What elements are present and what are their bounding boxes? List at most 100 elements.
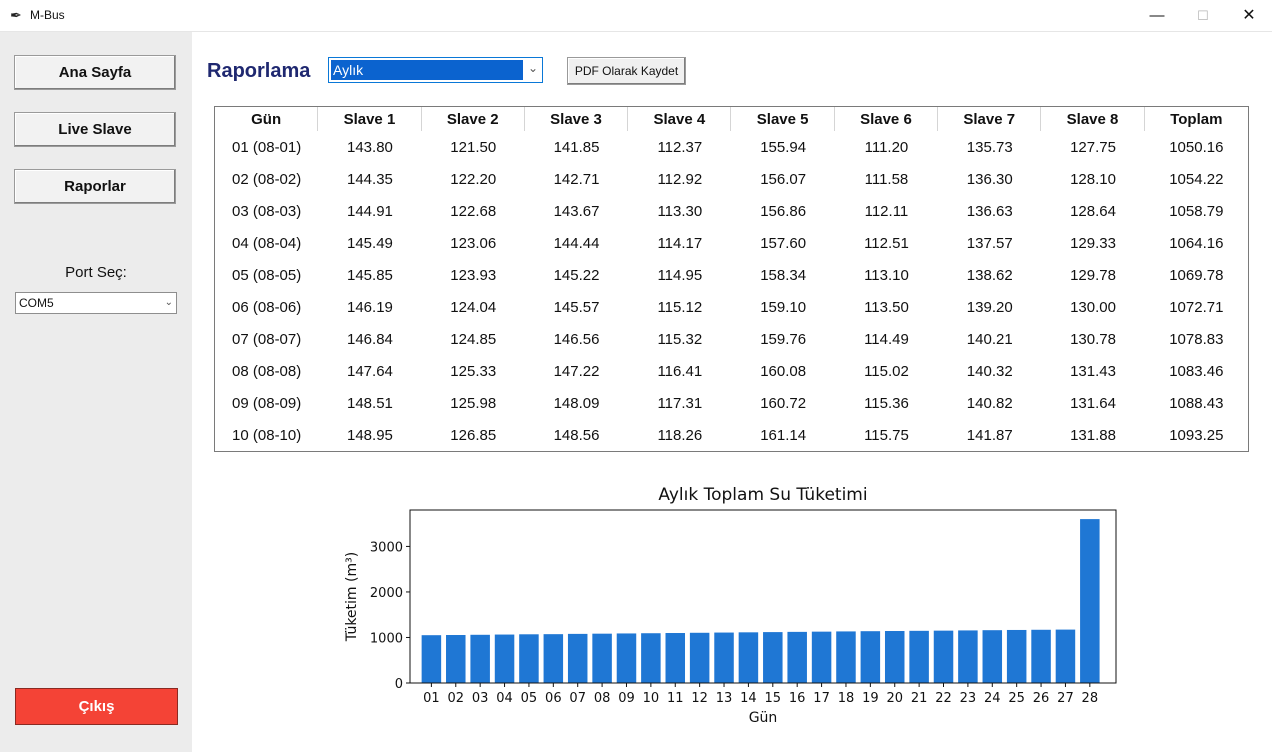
chart-bar: [958, 630, 978, 683]
table-row[interactable]: 01 (08-01) 143.80 121.50 141.85 112.37 155.94…: [215, 139, 1248, 171]
y-tick-label: 1000: [370, 631, 403, 646]
chart-bar: [689, 632, 710, 683]
table-cell: 158.34: [760, 267, 807, 284]
period-select[interactable]: Aylık ⌄: [328, 57, 543, 83]
table-cell: 160.72: [760, 395, 807, 412]
x-tick-label: 02: [448, 691, 465, 706]
save-pdf-button[interactable]: PDF Olarak Kaydet: [567, 57, 686, 85]
chart-title: Aylık Toplam Su Tüketimi: [658, 485, 867, 505]
minimize-button[interactable]: —: [1134, 0, 1180, 31]
table-cell: 128.64: [1070, 203, 1116, 220]
table-row[interactable]: 05 (08-05) 145.85 123.93 145.22 114.95 158.34…: [215, 267, 1248, 299]
port-select[interactable]: COM5 ⌄: [15, 292, 177, 314]
table-row[interactable]: 07 (08-07) 146.84 124.85 146.56 115.32 159.76…: [215, 331, 1248, 363]
table-row[interactable]: 02 (08-02) 144.35 122.20 142.71 112.92 156.07…: [215, 171, 1248, 203]
table-cell: 03 (08-03): [232, 203, 302, 220]
chart-bar: [421, 635, 442, 683]
table-cell: 02 (08-02): [232, 171, 302, 188]
table-cell: 136.30: [966, 171, 1013, 188]
table-cell: 147.64: [347, 363, 393, 380]
table-cell: 01 (08-01): [232, 139, 302, 156]
table-cell: 1072.71: [1169, 299, 1224, 316]
table-cell: 04 (08-04): [232, 235, 302, 252]
maximize-button[interactable]: ☐: [1180, 0, 1226, 31]
table-cell: 121.50: [450, 139, 497, 156]
table-cell: 126.85: [450, 427, 497, 444]
exit-button[interactable]: Çıkış: [15, 688, 178, 725]
chart-bar: [592, 633, 612, 683]
column-header[interactable]: Gün: [215, 107, 319, 131]
table-cell: 148.56: [553, 427, 600, 444]
chart-bar: [1031, 629, 1051, 683]
table-cell: 131.43: [1070, 363, 1116, 380]
column-header[interactable]: Toplam: [1145, 107, 1248, 131]
column-header[interactable]: Slave 7: [938, 107, 1042, 131]
x-tick-label: 08: [594, 691, 611, 706]
column-header[interactable]: Slave 2: [422, 107, 525, 131]
table-cell: 1093.25: [1169, 427, 1224, 444]
table-row[interactable]: 10 (08-10) 148.95 126.85 148.56 118.26 161.14…: [215, 427, 1248, 459]
column-header[interactable]: Slave 5: [732, 107, 835, 131]
table-cell: 145.57: [553, 299, 600, 316]
column-header[interactable]: Slave 8: [1041, 107, 1145, 131]
table-cell: 140.82: [966, 395, 1013, 412]
chart-bar: [519, 634, 539, 683]
table-cell: 148.51: [347, 395, 393, 412]
reports-button[interactable]: Raporlar: [14, 169, 176, 204]
table-cell: 146.19: [347, 299, 393, 316]
table-row[interactable]: 06 (08-06) 146.19 124.04 145.57 115.12 159.10…: [215, 299, 1248, 331]
table-row[interactable]: 09 (08-09) 148.51 125.98 148.09 117.31 160.72…: [215, 395, 1248, 427]
x-axis-label: Gün: [749, 710, 778, 726]
x-tick-label: 16: [789, 691, 806, 706]
table-row[interactable]: 04 (08-04) 145.49 123.06 144.44 114.17 157.60…: [215, 235, 1248, 267]
live-slave-button[interactable]: Live Slave: [14, 112, 176, 147]
close-button[interactable]: ✕: [1226, 0, 1272, 31]
table-cell: 115.75: [864, 427, 909, 444]
table-cell: 06 (08-06): [232, 299, 302, 316]
consumption-chart: Aylık Toplam Su Tüketimi 01 02 03 04 05 06 07 08…: [320, 480, 1120, 735]
table-cell: 128.10: [1070, 171, 1116, 188]
table-cell: 136.63: [966, 203, 1013, 220]
chart-bar: [1080, 519, 1100, 683]
table-cell: 141.87: [966, 427, 1013, 444]
x-tick-label: 17: [813, 691, 830, 706]
x-tick-label: 09: [618, 691, 635, 706]
home-button[interactable]: Ana Sayfa: [14, 55, 176, 90]
chart-bar: [811, 631, 832, 683]
table-cell: 159.10: [760, 299, 807, 316]
table-cell: 112.11: [864, 203, 909, 220]
report-table: Gün Slave 1 Slave 2 Slave 3 Slave 4 Slave 5 Sl…: [214, 106, 1249, 452]
table-cell: 115.12: [657, 299, 703, 316]
column-header[interactable]: Slave 4: [628, 107, 732, 131]
table-cell: 130.00: [1070, 299, 1116, 316]
table-cell: 115.36: [864, 395, 909, 412]
chart-bar: [836, 631, 856, 683]
chart-bar: [641, 633, 661, 683]
table-cell: 114.95: [657, 267, 703, 284]
x-tick-label: 12: [691, 691, 708, 706]
table-cell: 117.31: [657, 395, 703, 412]
table-cell: 1078.83: [1169, 331, 1224, 348]
chevron-down-icon: ⌄: [527, 61, 538, 75]
table-cell: 161.14: [760, 427, 807, 444]
x-tick-label: 24: [984, 691, 1001, 706]
table-row[interactable]: 08 (08-08) 147.64 125.33 147.22 116.41 160.08…: [215, 363, 1248, 395]
table-cell: 146.84: [347, 331, 393, 348]
table-cell: 123.06: [450, 235, 497, 252]
x-tick-label: 25: [1008, 691, 1025, 706]
feather-icon: ✒: [10, 7, 22, 23]
table-cell: 122.20: [450, 171, 497, 188]
table-cell: 118.26: [657, 427, 703, 444]
x-tick-label: 06: [545, 691, 562, 706]
y-tick-label: 3000: [370, 540, 403, 555]
chart-bar: [738, 632, 759, 683]
table-cell: 129.78: [1070, 267, 1116, 284]
table-cell: 145.85: [347, 267, 393, 284]
column-header[interactable]: Slave 6: [835, 107, 939, 131]
table-cell: 144.91: [347, 203, 393, 220]
table-cell: 123.93: [450, 267, 497, 284]
column-header[interactable]: Slave 1: [318, 107, 422, 131]
table-cell: 135.73: [966, 139, 1013, 156]
table-row[interactable]: 03 (08-03) 144.91 122.68 143.67 113.30 156.86…: [215, 203, 1248, 235]
column-header[interactable]: Slave 3: [525, 107, 629, 131]
